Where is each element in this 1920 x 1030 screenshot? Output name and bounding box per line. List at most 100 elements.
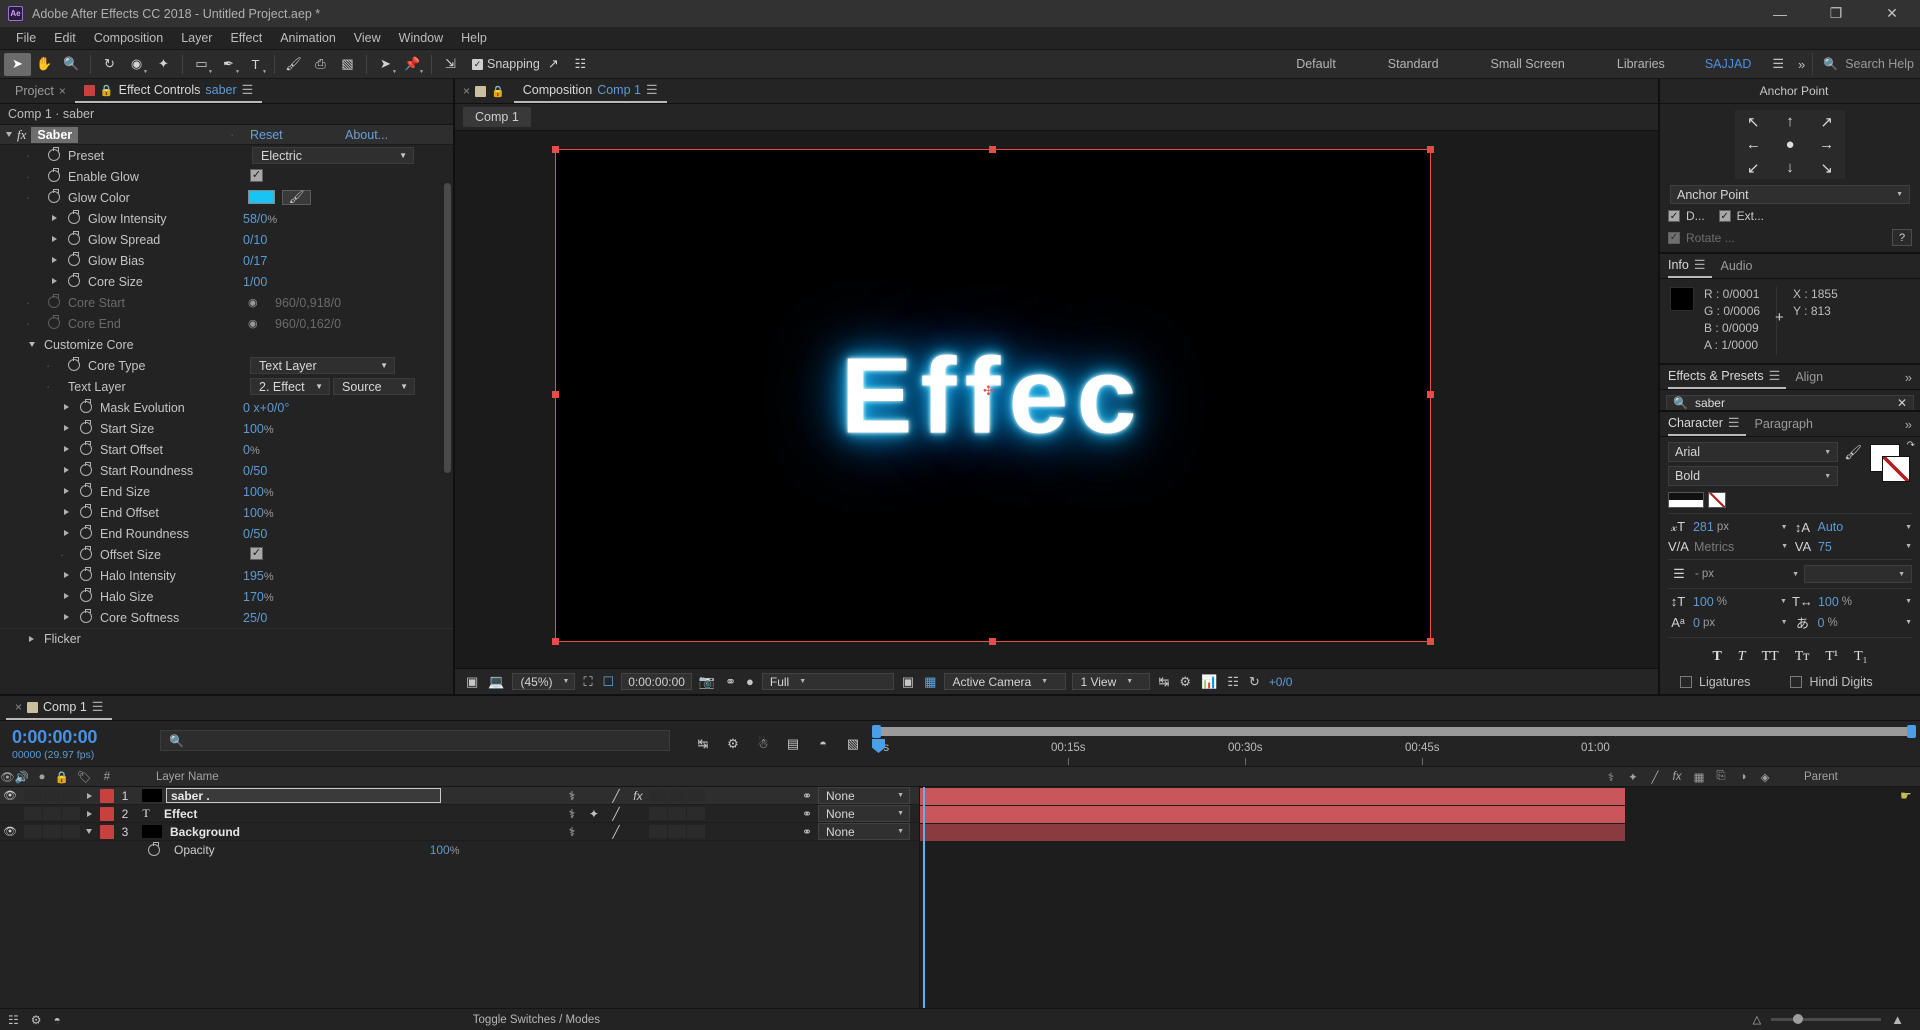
anchor-bottom-center-icon[interactable]: ↓ — [1772, 156, 1809, 179]
selection-handle-bc[interactable] — [989, 638, 996, 645]
region-toggle-icon[interactable]: ▣ — [897, 674, 919, 690]
tab-audio[interactable]: Audio — [1712, 254, 1762, 278]
chevron-down-icon[interactable]: ▼ — [1905, 598, 1912, 605]
workspace-small-screen[interactable]: Small Screen — [1465, 57, 1591, 71]
chevron-right-icon[interactable] — [52, 215, 57, 221]
workspace-sajjad[interactable]: SAJJAD — [1691, 57, 1766, 71]
anchor-bottom-left-icon[interactable]: ↙ — [1735, 156, 1772, 179]
rotate-checkbox[interactable]: ✓ — [1668, 231, 1680, 244]
chevron-right-icon[interactable] — [64, 404, 69, 410]
puppet-pin-tool-icon[interactable]: 📌 ▼ — [399, 53, 426, 76]
quality-switch[interactable]: ╱ — [605, 807, 627, 821]
anchor-top-center-icon[interactable]: ↑ — [1772, 110, 1809, 133]
viewer-timecode[interactable]: 0:00:00:00 — [621, 673, 692, 690]
stopwatch-icon[interactable] — [68, 357, 80, 371]
workspace-standard[interactable]: Standard — [1362, 57, 1465, 71]
parent-select[interactable]: None ▼ — [818, 805, 910, 822]
property-row-end-offset[interactable]: End Offset 100% — [0, 502, 453, 523]
stopwatch-icon[interactable] — [80, 504, 92, 518]
motion-blur-icon[interactable]: ◓ — [54, 1013, 61, 1027]
chevron-right-icon[interactable] — [64, 446, 69, 452]
horizontal-scale-field[interactable]: 100 % ▼ — [1818, 595, 1912, 609]
stopwatch-icon[interactable] — [68, 231, 80, 245]
menu-view[interactable]: View — [345, 27, 390, 50]
property-row-end-roundness[interactable]: End Roundness 0/50 — [0, 523, 453, 544]
chevron-right-icon[interactable] — [64, 614, 69, 620]
chevron-right-icon[interactable] — [52, 236, 57, 242]
frame-blending-icon[interactable]: ▤ — [778, 732, 808, 756]
enable-glow-checkbox[interactable]: ✓ — [250, 169, 263, 182]
zoom-level-select[interactable]: (45%) ▼ — [512, 673, 576, 690]
stopwatch-icon[interactable] — [48, 147, 60, 161]
transparency-grid-icon[interactable]: ☐ — [598, 674, 620, 690]
eyedropper-icon[interactable]: 🖌 — [1844, 444, 1862, 461]
stopwatch-icon[interactable] — [80, 483, 92, 497]
property-row-mask-evolution[interactable]: Mask Evolution 0 x+0/0° — [0, 397, 453, 418]
search-help-input[interactable]: Search Help — [1845, 57, 1914, 71]
stroke-color-swatch[interactable] — [1882, 456, 1910, 482]
quality-switch[interactable]: ╱ — [605, 789, 627, 803]
channel-rgb-icon[interactable]: ● — [741, 674, 759, 689]
hand-tool-icon[interactable]: ✋ — [31, 53, 58, 76]
chevron-right-icon[interactable] — [64, 488, 69, 494]
fast-preview-icon[interactable]: ⚙ — [1174, 674, 1196, 690]
font-family-select[interactable]: Arial ▼ — [1668, 442, 1839, 462]
stopwatch-icon[interactable] — [80, 399, 92, 413]
overflow-icon[interactable]: » — [1905, 417, 1920, 432]
property-row-core-size[interactable]: Core Size 1/00 — [0, 271, 453, 292]
clear-search-icon[interactable]: ✕ — [1897, 396, 1907, 410]
property-row-enable-glow[interactable]: · Enable Glow ✓ — [0, 166, 453, 187]
vertical-scale-field[interactable]: 100 % ▼ — [1693, 595, 1787, 609]
anchor-point-mode-dropdown[interactable]: Anchor Point ▼ — [1670, 185, 1910, 204]
selection-handle-tl[interactable] — [552, 146, 559, 153]
stopwatch-icon[interactable] — [80, 588, 92, 602]
zoom-tool-icon[interactable]: 🔍 — [58, 53, 85, 76]
effect-reset-link[interactable]: Reset — [250, 128, 283, 142]
pen-tool-icon[interactable]: ✒ ▼ — [215, 53, 242, 76]
effect-header-saber[interactable]: fx Saber · Reset About... — [0, 125, 453, 145]
reset-exposure-icon[interactable]: ↻ — [1244, 674, 1265, 690]
roto-brush-tool-icon[interactable]: ➤ ▼ — [372, 53, 399, 76]
property-row-glow-color[interactable]: · Glow Color 🖌 — [0, 187, 453, 208]
fill-stroke-color[interactable]: ↷ — [1866, 440, 1915, 484]
property-value[interactable]: 0/17 — [243, 254, 267, 268]
menu-file[interactable]: File — [7, 27, 45, 50]
property-value[interactable]: 100% — [243, 422, 274, 436]
faux-bold-button[interactable]: T — [1712, 649, 1721, 665]
stopwatch-icon[interactable] — [80, 609, 92, 623]
font-style-select[interactable]: Bold ▼ — [1668, 466, 1839, 486]
brush-tool-icon[interactable]: 🖌 — [280, 53, 307, 76]
property-row-end-size[interactable]: End Size 100% — [0, 481, 453, 502]
region-of-interest-icon[interactable]: ⛶ — [578, 674, 597, 690]
chevron-down-icon[interactable]: ▼ — [1905, 543, 1912, 550]
tab-composition[interactable]: Composition Comp 1 ☰ — [513, 79, 667, 103]
text-layer-source-dropdown[interactable]: Source ▼ — [333, 378, 415, 395]
current-timecode[interactable]: 0:00:00:00 — [12, 727, 160, 748]
stroke-type-select[interactable]: ▼ — [1804, 565, 1912, 583]
tab-character[interactable]: Character ☰ — [1668, 412, 1746, 436]
timeline-graph-icon[interactable]: 📊 — [1196, 674, 1222, 690]
label-color-swatch[interactable] — [100, 806, 114, 821]
render-settings-icon[interactable]: ⚙ — [31, 1013, 42, 1027]
panel-menu-icon[interactable]: ☰ — [1728, 415, 1740, 431]
graph-editor-icon[interactable]: ▧ — [838, 732, 868, 756]
subscript-button[interactable]: T₁ — [1854, 649, 1867, 665]
glow-color-swatch[interactable] — [248, 190, 275, 204]
chevron-right-icon[interactable] — [29, 636, 34, 642]
zoom-in-icon[interactable]: ▲ — [1891, 1012, 1904, 1027]
tracking-field[interactable]: 75 ▼ — [1818, 540, 1912, 554]
anchor-alignment-icon[interactable]: ⇲ — [437, 53, 464, 76]
selection-handle-mr[interactable] — [1427, 391, 1434, 398]
stopwatch-icon[interactable] — [80, 420, 92, 434]
leading-field[interactable]: Auto ▼ — [1817, 520, 1912, 534]
tab-effect-controls[interactable]: 🔒 Effect Controls saber ☰ — [74, 79, 263, 103]
black-white-swatch[interactable] — [1668, 492, 1704, 508]
tab-align[interactable]: Align — [1786, 365, 1832, 389]
chevron-right-icon[interactable] — [52, 257, 57, 263]
kerning-field[interactable]: Metrics ▼ — [1694, 540, 1788, 554]
layer-visibility-icon[interactable]: 👁 — [3, 790, 17, 802]
chevron-right-icon[interactable] — [64, 425, 69, 431]
layer-name[interactable]: Background — [170, 825, 240, 839]
workspace-overflow-icon[interactable]: » — [1791, 57, 1812, 72]
label-color-swatch[interactable] — [100, 788, 114, 803]
